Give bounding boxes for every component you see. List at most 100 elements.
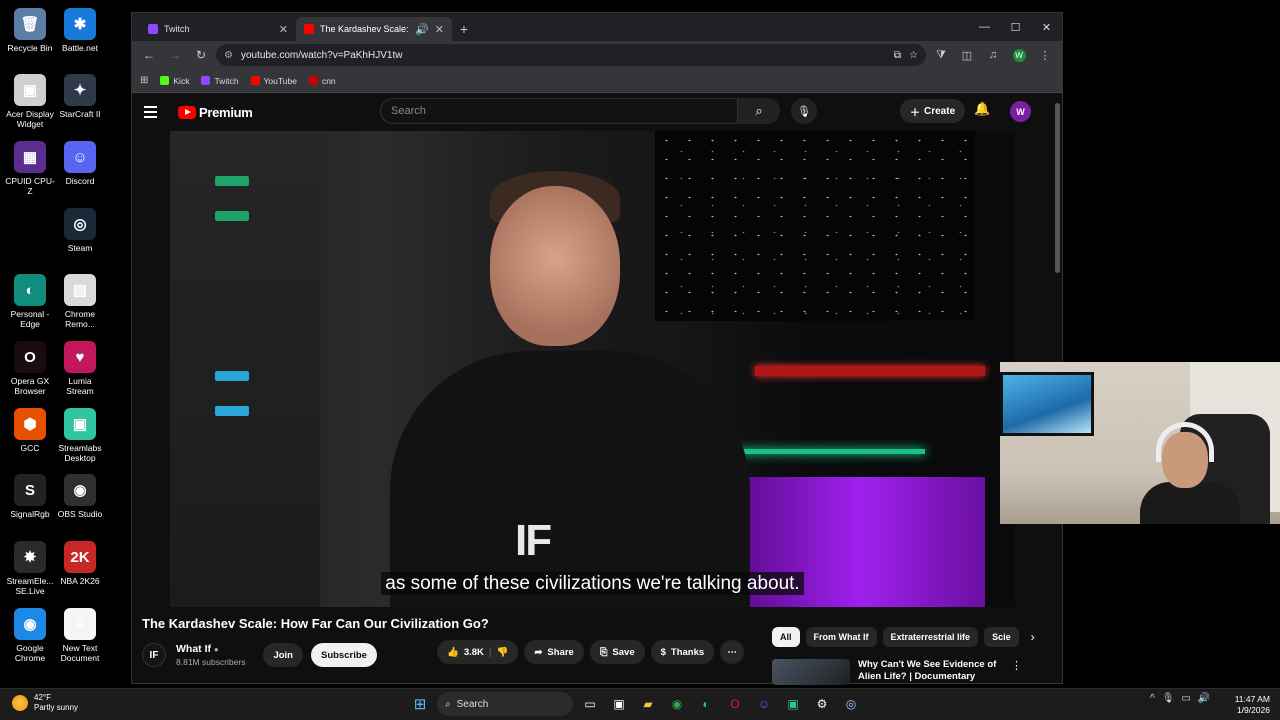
chevron-up-icon[interactable]: ^ [1150, 693, 1155, 704]
account-avatar[interactable]: W [1010, 101, 1031, 122]
close-tab-icon[interactable]: ✕ [279, 23, 288, 36]
forward-icon[interactable]: → [164, 44, 186, 66]
desktop-icon[interactable]: ▤ Chrome Remo... [54, 274, 106, 329]
personal-edge-icon: ◐ [14, 274, 46, 306]
steam-icon[interactable]: ◎ [839, 692, 863, 716]
video-player[interactable]: IF as some of these civilizations we're … [170, 131, 1015, 607]
taskbar-clock[interactable]: 11:47 AM 1/9/2026 [1235, 694, 1270, 716]
address-bar[interactable]: ⚙ youtube.com/watch?v=PaKhHJV1tw ⧉ ☆ [216, 44, 926, 66]
desktop-icon-label: Steam [67, 243, 93, 253]
tab-youtube[interactable]: The Kardashev Scale: How F 🔊 ✕ [296, 17, 452, 41]
desktop-icon[interactable]: ≡ New Text Document [54, 608, 106, 663]
media-icon[interactable]: ♫ [982, 44, 1004, 66]
microphone-icon: 🎙 [797, 105, 811, 118]
desktop-icon[interactable]: ◉ Google Chrome [4, 608, 56, 663]
desktop-icon[interactable]: S SignalRgb [4, 474, 56, 519]
install-icon[interactable]: ⧉ [894, 50, 901, 61]
recommended-title[interactable]: Why Can't We See Evidence of Alien Life?… [858, 659, 1003, 685]
chip-science[interactable]: Scie [984, 627, 1019, 647]
extensions-icon[interactable]: ⧩ [930, 44, 952, 66]
desktop-icon[interactable]: ✱ Battle.net [54, 8, 106, 53]
voice-search-button[interactable]: 🎙 [791, 98, 817, 124]
thumbs-down-icon[interactable]: 👎 [497, 647, 509, 658]
start-button[interactable]: ⊞ [408, 692, 432, 716]
more-actions-button[interactable]: ⋯ [720, 640, 745, 664]
streamlabs-icon[interactable]: ▣ [781, 692, 805, 716]
profile-avatar[interactable]: W [1008, 44, 1030, 66]
new-tab-button[interactable]: + [452, 17, 476, 41]
volume-icon[interactable]: 🔊 [1198, 693, 1210, 704]
taskbar-search[interactable]: ⌕ Search [437, 692, 573, 716]
notifications-bell-icon[interactable]: 🔔 [974, 101, 990, 117]
desktop-icon[interactable]: 2K NBA 2K26 [54, 541, 106, 586]
edge-icon[interactable]: ◐ [694, 692, 718, 716]
chip-extraterrestrial-life[interactable]: Extraterrestrial life [882, 627, 979, 647]
hamburger-menu-icon[interactable] [144, 101, 166, 123]
desktop-icon[interactable]: ⬢ GCC [4, 408, 56, 453]
desktop-icon[interactable]: ◎ Steam [54, 208, 106, 253]
desktop-icon[interactable]: O Opera GX Browser [4, 341, 56, 396]
chip-from-what-if[interactable]: From What If [805, 627, 877, 647]
subscribe-button[interactable]: Subscribe [310, 643, 377, 667]
google-chrome-icon: ◉ [14, 608, 46, 640]
share-button[interactable]: ➦ Share [524, 640, 584, 664]
sidebar-icon[interactable]: ◫ [956, 44, 978, 66]
minimize-icon[interactable]: — [969, 13, 1000, 41]
reload-icon[interactable]: ↻ [190, 44, 212, 66]
apps-grid-icon[interactable]: ⊞ [140, 75, 148, 86]
desktop-icon[interactable]: ♥ Lumia Stream [54, 341, 106, 396]
task-view-icon[interactable]: ▭ [578, 692, 602, 716]
search-button[interactable]: ⌕ [738, 98, 780, 124]
bookmark-star-icon[interactable]: ☆ [909, 50, 918, 61]
thanks-button[interactable]: $ Thanks [650, 640, 715, 664]
desktop-icon[interactable]: ◉ OBS Studio [54, 474, 106, 519]
audio-icon[interactable]: 🔊 [415, 23, 429, 36]
create-button[interactable]: ＋ Create [900, 99, 966, 123]
bookmark-cnn[interactable]: cnn [308, 76, 336, 86]
chrome-icon[interactable]: ◉ [665, 692, 689, 716]
chevron-right-icon[interactable]: › [1031, 630, 1035, 644]
desktop-icon[interactable]: ◐ Personal - Edge [4, 274, 56, 329]
desktop-icon[interactable]: ▣ Streamlabs Desktop [54, 408, 106, 463]
bookmark-kick[interactable]: Kick [160, 76, 189, 86]
more-menu-icon[interactable]: ⋮ [1034, 44, 1056, 66]
microphone-icon[interactable]: 🎙 [1162, 693, 1175, 704]
discord-icon[interactable]: ☺ [752, 692, 776, 716]
channel-meta: What If ● 8.81M subscribers [176, 643, 245, 667]
desktop-icon[interactable]: ✦ StarCraft II [54, 74, 106, 119]
maximize-icon[interactable]: ☐ [1000, 13, 1031, 41]
desktop-icon[interactable]: ▦ CPUID CPU-Z [4, 141, 56, 196]
app-icon[interactable]: ▣ [607, 692, 631, 716]
like-button[interactable]: 👍 3.8K | 👎 [437, 640, 519, 664]
close-tab-icon[interactable]: ✕ [435, 23, 444, 36]
site-info-icon[interactable]: ⚙ [224, 50, 233, 61]
desktop-icon-label: Lumia Stream [66, 376, 94, 396]
search-input[interactable]: Search [380, 98, 738, 124]
kick-icon [160, 76, 170, 85]
display-icon[interactable]: ▭ [1181, 693, 1190, 704]
more-options-icon[interactable]: ⋮ [1011, 659, 1022, 685]
tab-twitch[interactable]: Twitch ✕ [140, 17, 296, 41]
desktop-icon[interactable]: 🗑 Recycle Bin [4, 8, 56, 53]
weather-widget[interactable]: 42°F Partly sunny [12, 693, 78, 713]
page-scrollbar[interactable] [1055, 103, 1060, 273]
desktop-icon[interactable]: ☺ Discord [54, 141, 106, 186]
channel-name[interactable]: What If ● [176, 643, 245, 655]
desktop-icon[interactable]: ✸ StreamEle... SE.Live [4, 541, 56, 596]
save-button[interactable]: ⎘ Save [589, 640, 645, 664]
recommended-thumbnail[interactable] [772, 659, 850, 685]
opera-gx-icon[interactable]: O [723, 692, 747, 716]
desktop-icon[interactable]: ▣ Acer Display Widget [4, 74, 56, 129]
join-button[interactable]: Join [263, 643, 303, 667]
settings-icon[interactable]: ⚙ [810, 692, 834, 716]
chip-all[interactable]: All [772, 627, 800, 647]
bookmark-twitch[interactable]: Twitch [201, 76, 239, 86]
youtube-logo[interactable]: Premium [178, 105, 253, 120]
verified-icon: ● [213, 645, 219, 654]
recommended-video[interactable]: Why Can't We See Evidence of Alien Life?… [772, 659, 1042, 685]
back-icon[interactable]: ← [138, 44, 160, 66]
channel-avatar[interactable]: IF [142, 643, 166, 667]
bookmark-youtube[interactable]: YouTube [250, 76, 297, 86]
close-window-icon[interactable]: ✕ [1031, 13, 1062, 41]
file-explorer-icon[interactable]: ▰ [636, 692, 660, 716]
